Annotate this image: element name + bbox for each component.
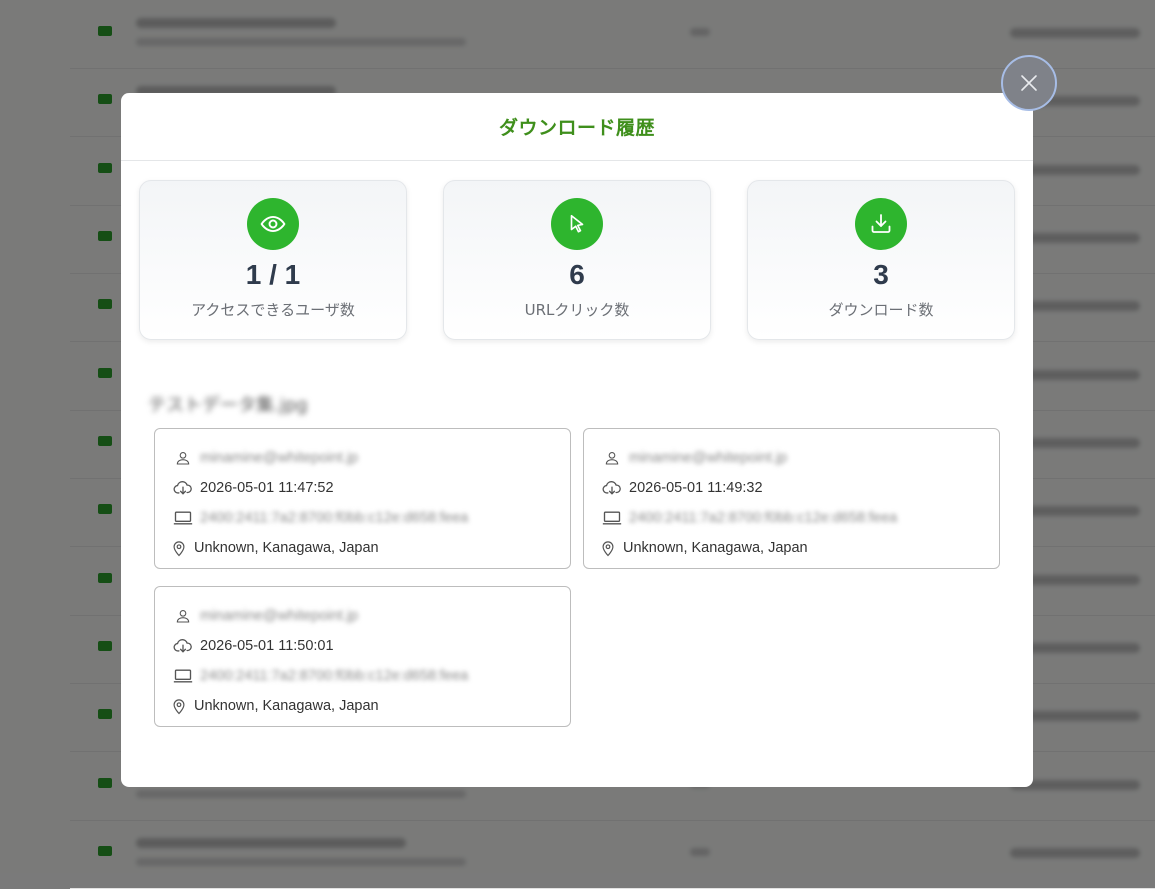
stat-card-downloads: 3 ダウンロード数 bbox=[747, 180, 1015, 340]
download-icon bbox=[855, 198, 907, 250]
download-datetime: 2026-05-01 11:50:01 bbox=[200, 638, 334, 654]
download-ip-row: 2400:2411:7a2:8700:f0bb:c12e:d658:feea bbox=[172, 661, 570, 691]
download-ip: 2400:2411:7a2:8700:f0bb:c12e:d658:feea bbox=[200, 510, 469, 526]
download-user: minamine@whitepoint.jp bbox=[200, 450, 359, 466]
download-ip: 2400:2411:7a2:8700:f0bb:c12e:d658:feea bbox=[629, 510, 898, 526]
download-user: minamine@whitepoint.jp bbox=[629, 450, 788, 466]
cloud-download-icon bbox=[172, 478, 194, 498]
download-datetime: 2026-05-01 11:49:32 bbox=[629, 480, 763, 496]
user-icon bbox=[601, 448, 623, 468]
user-icon bbox=[172, 606, 194, 626]
stat-card-access-users: 1 / 1 アクセスできるユーザ数 bbox=[139, 180, 407, 340]
download-user-row: minamine@whitepoint.jp bbox=[172, 443, 570, 473]
download-location-row: Unknown, Kanagawa, Japan bbox=[172, 533, 570, 563]
stat-value: 1 / 1 bbox=[245, 259, 301, 290]
eye-icon bbox=[247, 198, 299, 250]
stats-row: 1 / 1 アクセスできるユーザ数 6 URLクリック数 3 ダウンロード数 bbox=[139, 180, 1015, 340]
location-pin-icon bbox=[601, 538, 617, 558]
location-pin-icon bbox=[172, 538, 188, 558]
cloud-download-icon bbox=[601, 478, 623, 498]
download-card: minamine@whitepoint.jp 2026-05-01 11:49:… bbox=[583, 428, 1000, 569]
stat-value: 3 bbox=[873, 259, 889, 290]
laptop-icon bbox=[172, 508, 194, 528]
user-icon bbox=[172, 448, 194, 468]
modal-title: ダウンロード履歴 bbox=[498, 117, 655, 139]
modal-header: ダウンロード履歴 bbox=[121, 93, 1033, 161]
close-button[interactable] bbox=[1001, 55, 1057, 111]
download-user-row: minamine@whitepoint.jp bbox=[172, 601, 570, 631]
download-datetime: 2026-05-01 11:47:52 bbox=[200, 480, 334, 496]
cloud-download-icon bbox=[172, 636, 194, 656]
stat-label: URLクリック数 bbox=[524, 301, 630, 319]
download-user-row: minamine@whitepoint.jp bbox=[601, 443, 999, 473]
download-history-modal: ダウンロード履歴 1 / 1 アクセスできるユーザ数 6 URLクリック数 3 … bbox=[121, 93, 1033, 787]
download-location: Unknown, Kanagawa, Japan bbox=[623, 540, 808, 556]
file-name: テストデータ集.jpg bbox=[148, 395, 308, 416]
download-datetime-row: 2026-05-01 11:47:52 bbox=[172, 473, 570, 503]
download-card: minamine@whitepoint.jp 2026-05-01 11:47:… bbox=[154, 428, 571, 569]
stat-label: ダウンロード数 bbox=[828, 301, 934, 319]
download-datetime-row: 2026-05-01 11:49:32 bbox=[601, 473, 999, 503]
stat-label: アクセスできるユーザ数 bbox=[191, 301, 355, 319]
close-icon bbox=[1020, 74, 1038, 92]
download-ip: 2400:2411:7a2:8700:f0bb:c12e:d658:feea bbox=[200, 668, 469, 684]
laptop-icon bbox=[172, 666, 194, 686]
download-user: minamine@whitepoint.jp bbox=[200, 608, 359, 624]
stat-value: 6 bbox=[569, 259, 585, 290]
download-location: Unknown, Kanagawa, Japan bbox=[194, 698, 379, 714]
download-location: Unknown, Kanagawa, Japan bbox=[194, 540, 379, 556]
location-pin-icon bbox=[172, 696, 188, 716]
download-ip-row: 2400:2411:7a2:8700:f0bb:c12e:d658:feea bbox=[601, 503, 999, 533]
download-ip-row: 2400:2411:7a2:8700:f0bb:c12e:d658:feea bbox=[172, 503, 570, 533]
stat-card-url-clicks: 6 URLクリック数 bbox=[443, 180, 711, 340]
cursor-icon bbox=[551, 198, 603, 250]
download-location-row: Unknown, Kanagawa, Japan bbox=[172, 691, 570, 721]
download-location-row: Unknown, Kanagawa, Japan bbox=[601, 533, 999, 563]
download-datetime-row: 2026-05-01 11:50:01 bbox=[172, 631, 570, 661]
laptop-icon bbox=[601, 508, 623, 528]
download-card: minamine@whitepoint.jp 2026-05-01 11:50:… bbox=[154, 586, 571, 727]
